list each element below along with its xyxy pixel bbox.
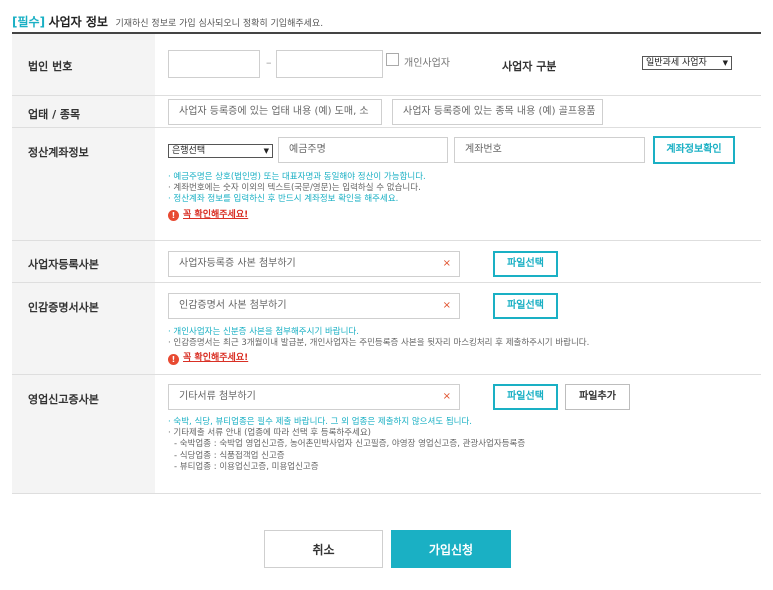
corp-number-dash: –: [266, 56, 272, 69]
industry-type-input[interactable]: 사업자 등록증에 있는 업태 내용 (예) 도매, 소: [168, 99, 382, 125]
business-report-note-5: - 뷰티업종 : 이용업신고증, 미용업신고증: [174, 461, 319, 472]
verify-account-button[interactable]: 계좌정보확인: [653, 136, 735, 164]
business-report-note-4: - 식당업종 : 식품접객업 신고증: [174, 450, 285, 461]
account-warning-text[interactable]: 꼭 확인해주세요!: [183, 210, 248, 221]
biz-reg-copy-file-button[interactable]: 파일선택: [493, 251, 558, 277]
account-number-input[interactable]: 계좌번호: [454, 137, 645, 163]
individual-business-checkbox[interactable]: [386, 53, 399, 66]
business-type-selected: 일반과세 사업자: [646, 58, 707, 68]
label-cell: 정산계좌정보: [12, 128, 155, 240]
corp-number-part2-input[interactable]: [276, 50, 383, 78]
account-notes: · 예금주명은 상호(법인명) 또는 대표자명과 동일해야 정산이 가능합니다.…: [168, 172, 426, 221]
account-warning: ! 꼭 확인해주세요!: [168, 210, 426, 221]
corp-number-part1-input[interactable]: [168, 50, 260, 78]
business-report-note-3: - 숙박업종 : 숙박업 영업신고증, 농어촌민박사업자 신고필증, 야영장 영…: [174, 439, 526, 450]
chevron-down-icon: ▼: [722, 59, 728, 67]
biz-reg-copy-label: 사업자등록사본: [28, 258, 99, 271]
corp-number-label: 법인 번호: [28, 60, 73, 73]
close-icon[interactable]: ×: [443, 294, 451, 318]
section-title: [필수] 사업자 정보 기재하신 정보로 가입 심사되오니 정확히 기입해주세요…: [12, 13, 323, 30]
seal-cert-warning: ! 꼭 확인해주세요!: [168, 353, 589, 365]
close-icon[interactable]: ×: [443, 252, 451, 276]
business-report-file-button[interactable]: 파일선택: [493, 384, 558, 410]
biz-reg-copy-placeholder: 사업자등록증 사본 첨부하기: [179, 258, 296, 269]
industry-item-input[interactable]: 사업자 등록증에 있는 종목 내용 (예) 골프용품: [392, 99, 603, 125]
label-cell: 법인 번호: [12, 34, 155, 95]
business-info-form: 법인 번호 – 개인사업자 사업자 구분 일반과세 사업자 ▼ 업태 / 종목 …: [12, 32, 761, 494]
seal-cert-warning-text[interactable]: 꼭 확인해주세요!: [183, 353, 248, 364]
seal-cert-note-2: · 인감증명서는 최근 3개월이내 발급분, 개인사업자는 주민등록증 사본을 …: [168, 338, 590, 349]
label-cell: 영업신고증사본: [12, 375, 155, 493]
account-note-3: · 정산계좌 정보를 입력하신 후 반드시 계좌정보 확인을 해주세요.: [168, 194, 399, 205]
account-note-1: · 예금주명은 상호(법인명) 또는 대표자명과 동일해야 정산이 가능합니다.: [168, 172, 426, 182]
seal-cert-label: 인감증명서사본: [28, 301, 99, 314]
close-icon[interactable]: ×: [443, 385, 451, 409]
exclamation-icon: !: [168, 209, 179, 221]
business-report-placeholder: 기타서류 첨부하기: [179, 391, 256, 402]
cancel-button[interactable]: 취소: [264, 530, 383, 568]
account-note-2: · 계좌번호에는 숫자 이외의 텍스트(국문/영문)는 입력하실 수 없습니다.: [168, 183, 421, 194]
account-holder-input[interactable]: 예금주명: [278, 137, 448, 163]
row-industry: 업태 / 종목 사업자 등록증에 있는 업태 내용 (예) 도매, 소 사업자 …: [12, 96, 761, 128]
add-file-button[interactable]: 파일추가: [565, 384, 630, 410]
exclamation-icon: !: [168, 353, 179, 365]
row-business-report: 영업신고증사본 기타서류 첨부하기 × 파일선택 파일추가 · 숙박, 식당, …: [12, 375, 761, 494]
seal-cert-notes: · 개인사업자는 신분증 사본을 첨부해주시기 바랍니다. · 인감증명서는 최…: [168, 327, 589, 365]
row-seal-cert: 인감증명서사본 인감증명서 사본 첨부하기 × 파일선택 · 개인사업자는 신분…: [12, 283, 761, 375]
row-biz-reg-copy: 사업자등록사본 사업자등록증 사본 첨부하기 × 파일선택: [12, 241, 761, 283]
required-tag: [필수]: [12, 15, 46, 29]
row-corp-number: 법인 번호 – 개인사업자 사업자 구분 일반과세 사업자 ▼: [12, 34, 761, 96]
row-account: 정산계좌정보 은행선택 ▼ 예금주명 계좌번호 계좌정보확인 · 예금주명은 상…: [12, 128, 761, 241]
individual-business-label: 개인사업자: [404, 58, 450, 69]
business-type-label: 사업자 구분: [502, 60, 557, 73]
label-cell: 사업자등록사본: [12, 241, 155, 282]
seal-cert-file-input[interactable]: 인감증명서 사본 첨부하기 ×: [168, 293, 460, 319]
page-title: 사업자 정보: [48, 15, 108, 29]
label-cell: 인감증명서사본: [12, 283, 155, 374]
business-report-note-1: · 숙박, 식당, 뷰티업종은 필수 제출 바랍니다. 그 외 업종은 제출하지…: [168, 417, 472, 427]
chevron-down-icon: ▼: [263, 147, 269, 155]
industry-label: 업태 / 종목: [28, 108, 81, 121]
biz-reg-copy-file-input[interactable]: 사업자등록증 사본 첨부하기 ×: [168, 251, 460, 277]
submit-button[interactable]: 가입신청: [391, 530, 511, 568]
business-type-select[interactable]: 일반과세 사업자 ▼: [642, 56, 732, 70]
label-cell: 업태 / 종목: [12, 96, 155, 127]
bank-select[interactable]: 은행선택 ▼: [168, 144, 273, 158]
seal-cert-note-1: · 개인사업자는 신분증 사본을 첨부해주시기 바랍니다.: [168, 327, 359, 337]
business-report-file-input[interactable]: 기타서류 첨부하기 ×: [168, 384, 460, 410]
business-report-label: 영업신고증사본: [28, 393, 99, 406]
seal-cert-file-button[interactable]: 파일선택: [493, 293, 558, 319]
seal-cert-placeholder: 인감증명서 사본 첨부하기: [179, 300, 287, 311]
business-report-note-2: · 기타제출 서류 안내 (업종에 따라 선택 후 등록하주세요): [168, 428, 371, 439]
section-description: 기재하신 정보로 가입 심사되오니 정확히 기입해주세요.: [115, 19, 324, 29]
business-report-notes: · 숙박, 식당, 뷰티업종은 필수 제출 바랍니다. 그 외 업종은 제출하지…: [168, 417, 525, 473]
bank-selected: 은행선택: [172, 146, 206, 156]
account-label: 정산계좌정보: [28, 146, 89, 159]
